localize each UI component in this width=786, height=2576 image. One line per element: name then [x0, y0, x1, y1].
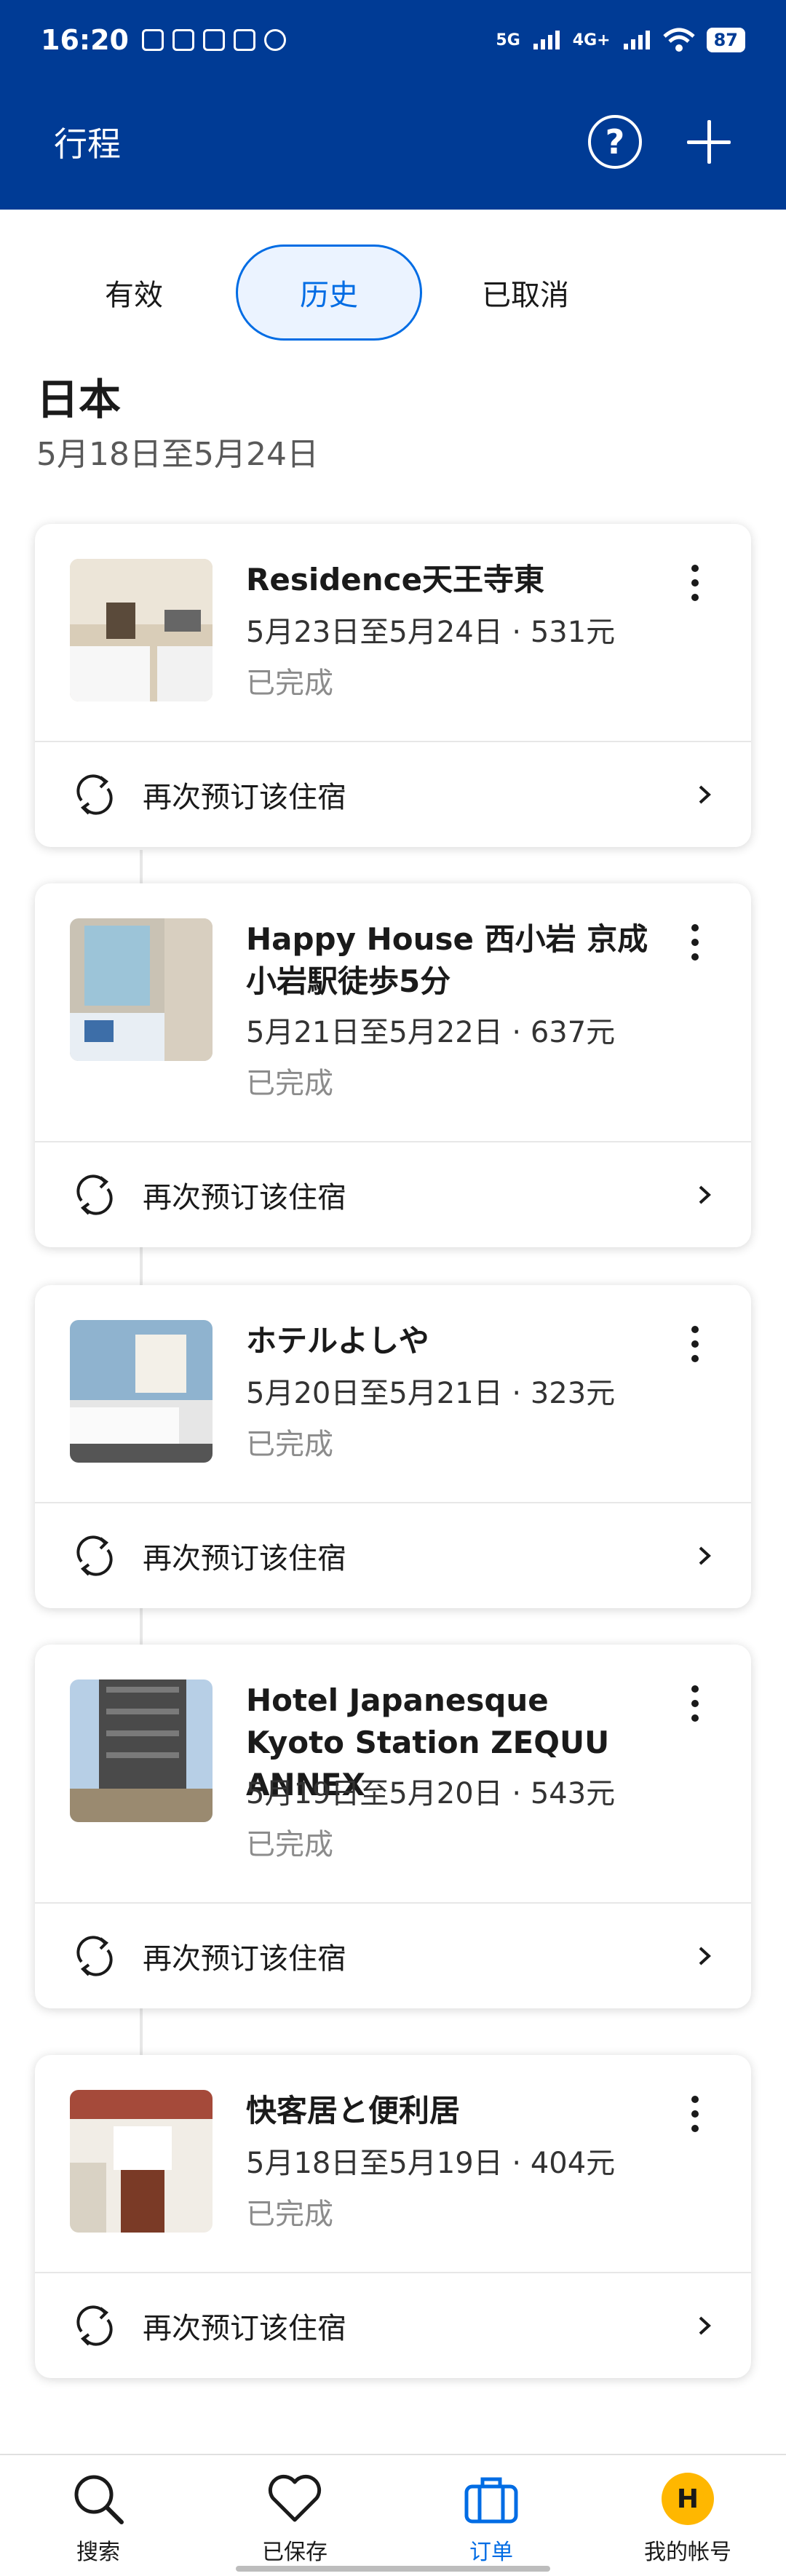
battery-indicator: 87: [706, 28, 745, 52]
rebook-button[interactable]: 再次预订该住宿: [35, 742, 751, 847]
rebook-label: 再次预订该住宿: [143, 1181, 346, 1215]
refresh-icon: [76, 1535, 113, 1576]
trip-tabs: 有效 历史 已取消: [0, 210, 786, 355]
booking-status: 已完成: [246, 1828, 333, 1861]
signal-icon: [623, 31, 650, 49]
home-indicator: [236, 2566, 550, 2572]
status-right: 5G 4G+ 87: [496, 28, 745, 52]
notification-icon: [141, 29, 164, 51]
property-photo: [70, 559, 213, 701]
booking-dates-price: 5月20日至5月21日 · 323元: [246, 1377, 616, 1410]
booking-card[interactable]: Residence天王寺東 5月23日至5月24日 · 531元 已完成 再次预…: [35, 524, 751, 847]
booking-dates-price: 5月18日至5月19日 · 404元: [246, 2147, 616, 2180]
booking-card[interactable]: Happy House 西小岩 京成小岩駅徒歩5分 5月21日至5月22日 · …: [35, 883, 751, 1247]
booking-card-info[interactable]: Hotel Japanesque Kyoto Station ZEQUU ANN…: [35, 1645, 751, 1904]
trip-group-header: 日本 5月18日至5月24日: [0, 355, 786, 522]
booking-property-name: 快客居と便利居: [246, 2093, 461, 2128]
booking-status: 已完成: [246, 1067, 333, 1100]
more-options-icon[interactable]: [690, 565, 700, 601]
notification-icon: [202, 29, 225, 51]
booking-status: 已完成: [246, 2198, 333, 2231]
nav-saved[interactable]: 已保存: [196, 2455, 393, 2576]
booking-dates-price: 5月23日至5月24日 · 531元: [246, 616, 616, 649]
refresh-icon: [76, 774, 113, 815]
notification-icon: [233, 29, 255, 51]
notification-icon: [172, 29, 194, 51]
more-options-icon[interactable]: [690, 1326, 700, 1362]
property-photo: [70, 918, 213, 1061]
help-icon[interactable]: ?: [588, 115, 642, 169]
nav-search[interactable]: 搜索: [0, 2455, 196, 2576]
notification-icon: [263, 29, 286, 51]
rebook-button[interactable]: 再次预订该住宿: [35, 2273, 751, 2378]
trips-content: 有效 历史 已取消 日本 5月18日至5月24日 Residence天王寺東 5…: [0, 210, 786, 2454]
trip-country: 日本: [36, 375, 122, 424]
app-header: 16:20 5G 4G+ 87 行程 ?: [0, 0, 786, 210]
booking-card-info[interactable]: 快客居と便利居 5月18日至5月19日 · 404元 已完成: [35, 2055, 751, 2273]
status-time: 16:20: [41, 24, 129, 56]
booking-card[interactable]: Hotel Japanesque Kyoto Station ZEQUU ANN…: [35, 1645, 751, 2008]
search-icon: [69, 2470, 127, 2528]
add-icon[interactable]: [686, 119, 732, 165]
nav-search-label: 搜索: [76, 2540, 120, 2565]
rebook-button[interactable]: 再次预订该住宿: [35, 1142, 751, 1247]
booking-card[interactable]: 快客居と便利居 5月18日至5月19日 · 404元 已完成 再次预订该住宿: [35, 2055, 751, 2378]
rebook-label: 再次预订该住宿: [143, 781, 346, 814]
avatar-letter: H: [662, 2473, 714, 2525]
chevron-right-icon: [699, 1947, 711, 1965]
status-bar: 16:20 5G 4G+ 87: [0, 0, 786, 80]
trip-date-range: 5月18日至5月24日: [36, 436, 319, 473]
suitcase-icon: [462, 2470, 520, 2528]
bottom-nav: 搜索 已保存 订单 H 我的帐号: [0, 2454, 786, 2576]
booking-card-info[interactable]: Residence天王寺東 5月23日至5月24日 · 531元 已完成: [35, 524, 751, 742]
chevron-right-icon: [699, 1546, 711, 1565]
tab-history[interactable]: 历史: [236, 245, 422, 341]
network-label: 5G: [496, 31, 520, 49]
property-photo: [70, 2090, 213, 2233]
rebook-label: 再次预订该住宿: [143, 2312, 346, 2345]
booking-card[interactable]: ホテルよしや 5月20日至5月21日 · 323元 已完成 再次预订该住宿: [35, 1285, 751, 1608]
rebook-button[interactable]: 再次预订该住宿: [35, 1904, 751, 2008]
property-photo: [70, 1679, 213, 1822]
more-options-icon[interactable]: [690, 924, 700, 961]
booking-card-info[interactable]: Happy House 西小岩 京成小岩駅徒歩5分 5月21日至5月22日 · …: [35, 883, 751, 1142]
header-actions: ?: [588, 115, 732, 169]
tab-cancelled[interactable]: 已取消: [432, 245, 619, 341]
avatar: H: [659, 2470, 717, 2528]
nav-account-label: 我的帐号: [644, 2540, 731, 2565]
heart-icon: [266, 2470, 324, 2528]
chevron-right-icon: [699, 1185, 711, 1204]
booking-dates-price: 5月19日至5月20日 · 543元: [246, 1777, 616, 1810]
rebook-label: 再次预订该住宿: [143, 1542, 346, 1575]
nav-saved-label: 已保存: [262, 2540, 328, 2565]
more-options-icon[interactable]: [690, 1685, 700, 1722]
booking-dates-price: 5月21日至5月22日 · 637元: [246, 1016, 616, 1049]
tab-active[interactable]: 有效: [41, 245, 227, 341]
refresh-icon: [76, 1936, 113, 1976]
refresh-icon: [76, 1174, 113, 1215]
chevron-right-icon: [699, 785, 711, 804]
booking-property-name: Happy House 西小岩 京成小岩駅徒歩5分: [246, 921, 648, 999]
nav-bookings[interactable]: 订单: [393, 2455, 590, 2576]
booking-property-name: Residence天王寺東: [246, 562, 545, 597]
booking-status: 已完成: [246, 667, 333, 700]
more-options-icon[interactable]: [690, 2096, 700, 2132]
title-bar: 行程 ?: [0, 102, 786, 182]
status-notification-icons: [141, 29, 286, 51]
booking-card-info[interactable]: ホテルよしや 5月20日至5月21日 · 323元 已完成: [35, 1285, 751, 1503]
refresh-icon: [76, 2305, 113, 2346]
nav-account[interactable]: H 我的帐号: [590, 2455, 786, 2576]
page-title: 行程: [54, 124, 121, 164]
rebook-label: 再次预订该住宿: [143, 1942, 346, 1976]
network2-label: 4G+: [572, 31, 611, 49]
nav-bookings-label: 订单: [469, 2540, 513, 2565]
signal-icon: [533, 31, 560, 49]
wifi-icon: [662, 28, 695, 52]
property-photo: [70, 1320, 213, 1463]
booking-property-name: ホテルよしや: [246, 1323, 429, 1359]
booking-status: 已完成: [246, 1428, 333, 1461]
rebook-button[interactable]: 再次预订该住宿: [35, 1503, 751, 1608]
chevron-right-icon: [699, 2316, 711, 2335]
